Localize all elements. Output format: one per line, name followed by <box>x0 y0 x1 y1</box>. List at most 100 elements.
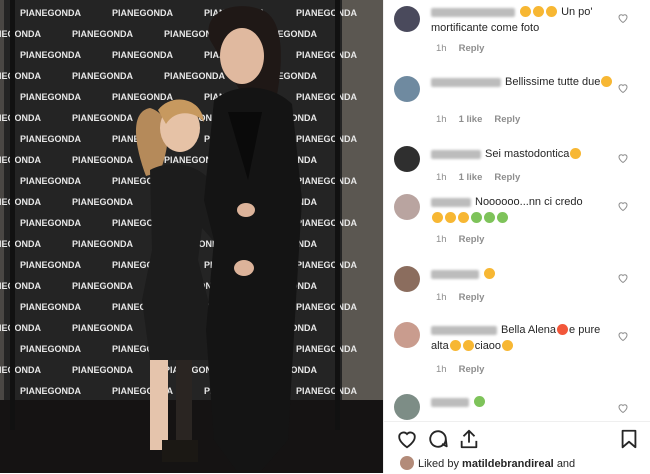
liked-by-line: Liked by matildebrandireal and <box>400 456 575 470</box>
username-blurred[interactable] <box>431 149 481 159</box>
reply-button[interactable]: Reply <box>494 114 520 125</box>
reply-button[interactable]: Reply <box>459 234 485 245</box>
username-blurred[interactable] <box>431 397 469 407</box>
backdrop-logo-text: PIANEGONDA <box>296 344 358 354</box>
reply-button[interactable]: Reply <box>459 43 485 54</box>
comment-time: 1h <box>436 234 447 245</box>
heart-outline-icon[interactable] <box>617 82 629 94</box>
comment-text: Un po' mortificante come foto <box>431 4 616 36</box>
comment-meta: 1h 1 like Reply <box>436 114 532 125</box>
comment-meta: 1h Reply <box>436 292 496 303</box>
avatar[interactable] <box>394 394 420 420</box>
comments-panel: Un po' mortificante come foto 1h Reply Be… <box>383 0 650 473</box>
emoji-icon <box>474 396 485 407</box>
share-arrow-icon[interactable] <box>458 428 480 450</box>
comment-meta: 1h Reply <box>436 234 496 245</box>
comment-bubble-icon[interactable] <box>427 428 449 450</box>
like-heart-icon[interactable] <box>396 428 418 450</box>
comment-meta: 1h Reply <box>436 43 496 54</box>
backdrop-logo-text: PIANEGONDA <box>0 365 42 375</box>
liked-by-suffix: and <box>556 458 576 470</box>
backdrop-logo-text: PIANEGONDA <box>20 134 82 144</box>
comment-text: Noooooo...nn ci credo <box>431 194 616 226</box>
backdrop-logo-text: PIANEGONDA <box>72 239 134 249</box>
backdrop-logo-text: PIANEGONDA <box>0 29 42 39</box>
heart-outline-icon[interactable] <box>617 402 629 414</box>
username-blurred[interactable] <box>431 325 497 335</box>
backdrop-logo-text: PIANEGONDA <box>296 176 358 186</box>
backdrop-logo-text: PIANEGONDA <box>20 218 82 228</box>
comment-text: Bella Alena e pure alta ciaoo <box>431 322 616 354</box>
liker-avatar[interactable] <box>400 456 414 470</box>
emoji-icon <box>449 340 461 351</box>
post-photo: PIANEGONDA PIANEGONDA PIANEGONDA PIANEGONDA… <box>0 0 383 473</box>
heart-outline-icon[interactable] <box>617 152 629 164</box>
backdrop-logo-text: PIANEGONDA <box>20 260 82 270</box>
avatar[interactable] <box>394 6 420 32</box>
avatar[interactable] <box>394 194 420 220</box>
backdrop-logo-text: PIANEGONDA <box>296 50 358 60</box>
emoji-icon <box>471 212 482 223</box>
backdrop-logo-text: PIANEGONDA <box>20 344 82 354</box>
avatar[interactable] <box>394 322 420 348</box>
comment-meta: 1h Reply <box>436 364 496 375</box>
username-blurred[interactable] <box>431 77 501 87</box>
emoji-icon <box>520 6 531 17</box>
emoji-icon <box>533 6 544 17</box>
comment-time: 1h <box>436 172 447 183</box>
avatar[interactable] <box>394 146 420 172</box>
backdrop-logo-text: PIANEGONDA <box>164 71 226 81</box>
emoji-icon <box>601 76 613 87</box>
post-actions-bar: Liked by matildebrandireal and <box>384 421 650 474</box>
comment-meta: 1h 1 like Reply <box>436 172 532 183</box>
bookmark-icon[interactable] <box>618 428 640 450</box>
backdrop-logo-text: PIANEGONDA <box>112 50 174 60</box>
heart-outline-icon[interactable] <box>617 12 629 24</box>
emoji-icon <box>445 212 456 223</box>
comment-time: 1h <box>436 292 447 303</box>
comment-text: Sei mastodontica <box>431 146 616 162</box>
backdrop-logo-text: PIANEGONDA <box>0 323 42 333</box>
avatar[interactable] <box>394 76 420 102</box>
reply-button[interactable]: Reply <box>494 172 520 183</box>
comment-body: Noooooo...nn ci credo <box>475 196 583 208</box>
emoji-icon <box>432 212 443 223</box>
backdrop-logo-text: PIANEGONDA <box>72 323 134 333</box>
emoji-icon <box>484 212 495 223</box>
heart-outline-icon[interactable] <box>617 200 629 212</box>
comments-list[interactable]: Un po' mortificante come foto 1h Reply Be… <box>384 0 650 421</box>
username-blurred[interactable] <box>431 7 515 17</box>
backdrop-logo-text: PIANEGONDA <box>72 197 134 207</box>
post-photo-illustration: PIANEGONDA PIANEGONDA PIANEGONDA PIANEGONDA… <box>0 0 383 473</box>
username-blurred[interactable] <box>431 197 471 207</box>
emoji-icon <box>557 324 569 335</box>
heart-outline-icon[interactable] <box>617 330 629 342</box>
comment-body: Bellissime tutte due <box>505 76 601 88</box>
username-blurred[interactable] <box>431 269 479 279</box>
heart-outline-icon[interactable] <box>617 272 629 284</box>
backdrop-logo-text: PIANEGONDA <box>72 281 134 291</box>
liked-by-prefix: Liked by <box>418 458 459 470</box>
backdrop-logo-text: PIANEGONDA <box>296 218 358 228</box>
reply-button[interactable]: Reply <box>459 292 485 303</box>
comment-text <box>431 266 616 282</box>
backdrop-logo-text: PIANEGONDA <box>72 113 134 123</box>
backdrop-logo-text: PIANEGONDA <box>0 113 42 123</box>
backdrop-logo-text: PIANEGONDA <box>0 197 42 207</box>
avatar[interactable] <box>394 266 420 292</box>
backdrop-logo-text: PIANEGONDA <box>20 50 82 60</box>
backdrop-logo-text: PIANEGONDA <box>112 92 174 102</box>
backdrop-logo-text: PIANEGONDA <box>20 302 82 312</box>
backdrop-logo-text: PIANEGONDA <box>20 92 82 102</box>
comment-time: 1h <box>436 43 447 54</box>
backdrop-logo-text: PIANEGONDA <box>296 92 358 102</box>
reply-button[interactable]: Reply <box>459 364 485 375</box>
comment-likes[interactable]: 1 like <box>459 172 483 183</box>
emoji-icon <box>462 340 474 351</box>
backdrop-logo-text: PIANEGONDA <box>0 239 42 249</box>
comment-likes[interactable]: 1 like <box>459 114 483 125</box>
liked-by-user[interactable]: matildebrandireal <box>462 458 554 470</box>
backdrop-logo-text: PIANEGONDA <box>20 8 82 18</box>
comment-text: Bellissime tutte due <box>431 74 616 90</box>
emoji-icon <box>570 148 582 159</box>
